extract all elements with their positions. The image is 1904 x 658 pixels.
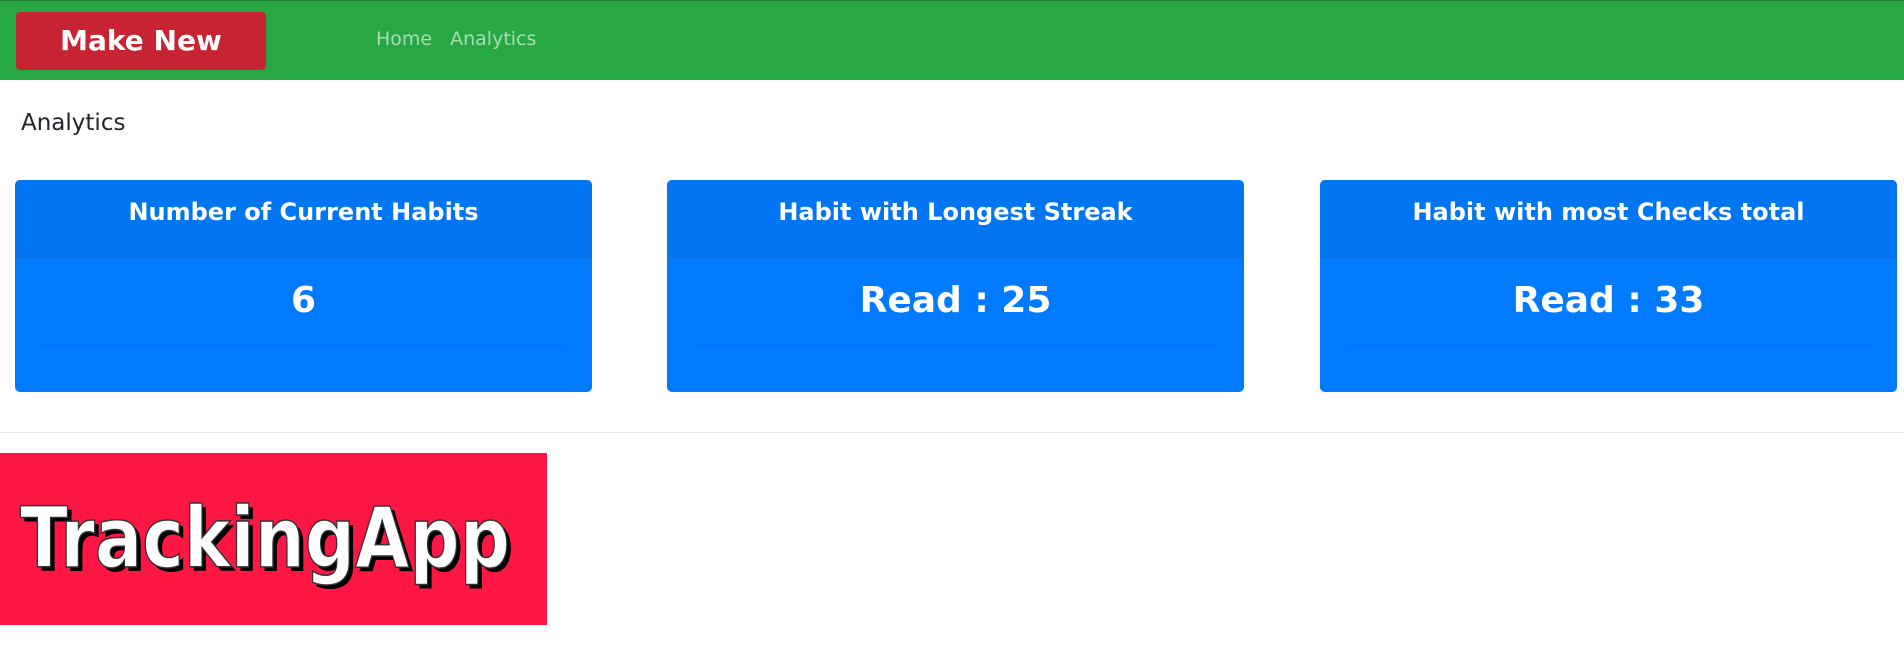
trackingapp-logo: TrackingApp TrackingApp — [0, 453, 547, 625]
divider — [0, 432, 1904, 433]
card-header: Number of Current Habits — [15, 180, 592, 257]
card-value: Read : 33 — [1345, 257, 1872, 346]
page-title: Analytics — [21, 110, 126, 136]
card-most-checks: Habit with most Checks total Read : 33 — [1320, 180, 1897, 392]
svg-text:TrackingApp: TrackingApp — [20, 489, 510, 587]
card-header: Habit with most Checks total — [1320, 180, 1897, 257]
card-value: Read : 25 — [692, 257, 1219, 346]
nav-link-home[interactable]: Home — [376, 28, 432, 50]
navbar: Make New Habit Home Analytics — [0, 0, 1904, 115]
analytics-cards: Number of Current Habits 6 Habit with Lo… — [15, 180, 1897, 392]
card-value: 6 — [40, 257, 567, 346]
card-longest-streak: Habit with Longest Streak Read : 25 — [667, 180, 1244, 392]
make-new-habit-button[interactable]: Make New Habit — [16, 12, 266, 115]
nav-link-analytics[interactable]: Analytics — [450, 28, 536, 50]
card-current-habits: Number of Current Habits 6 — [15, 180, 592, 392]
nav-links: Home Analytics — [376, 1, 536, 77]
card-header: Habit with Longest Streak — [667, 180, 1244, 257]
